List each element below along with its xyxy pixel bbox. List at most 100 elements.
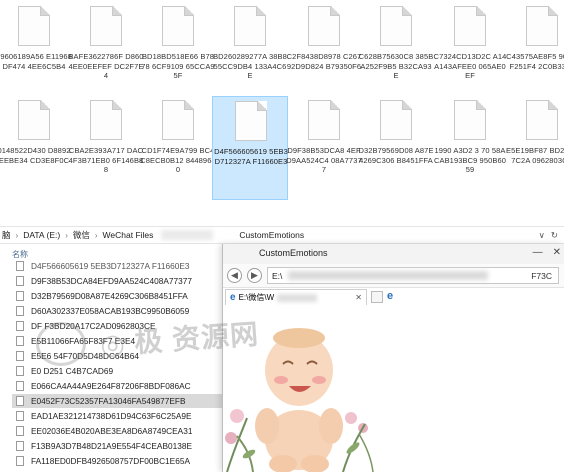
file-icon (16, 261, 24, 271)
file-icon (380, 100, 412, 140)
url-tail: F73C (531, 270, 552, 281)
list-item[interactable]: E0 D251 C4B7CAD69 (12, 364, 224, 378)
file-name-label: E066CA4A44A9E264F87206F8BDF086AC (31, 381, 191, 391)
file-icon (16, 336, 24, 346)
file-name-label: BD260289277A 38B855CC9DB4 133A4C6E (213, 52, 287, 80)
list-item[interactable]: D4F566605619 5EB3D712327A F11660E3 (12, 259, 224, 273)
file-name-label: CBA2E393A717 DAC4F3B71EB0 6F146B88 (68, 146, 144, 174)
tab-strip: e E:\微信\W ✕ e (223, 288, 564, 306)
breadcrumb-wechat-files[interactable]: WeChat Files (101, 230, 156, 240)
browser-tab[interactable]: e E:\微信\W ✕ (225, 289, 367, 305)
close-icon[interactable]: ✕ (553, 247, 561, 258)
breadcrumb-computer[interactable]: 脑 (0, 229, 13, 241)
file-tile[interactable]: C43575AE8F5 90ACF251F4 2C0B3337 (504, 2, 564, 106)
file-icon (16, 351, 24, 361)
file-icon (308, 6, 340, 46)
baby-emoticon-image (225, 328, 374, 472)
ie-icon: e (230, 292, 236, 303)
file-icon (16, 441, 24, 451)
file-tile[interactable]: C628B75630C8 385BA252F9B5 B32CA93E (358, 2, 434, 106)
file-icon (526, 100, 558, 140)
file-tile[interactable]: BAFE3622786F D8604EE0EEFEF DC2F7E4 (68, 2, 144, 106)
file-icon (18, 100, 50, 140)
baby-figure (255, 328, 343, 472)
breadcrumb-wechat[interactable]: 微信 (71, 229, 92, 241)
address-bar[interactable]: 脑 › DATA (E:) › 微信 › WeChat Files Custom… (0, 226, 564, 244)
file-icon (526, 6, 558, 46)
list-item[interactable]: EE02036E4B020ABE3EA8D6A8749CEA31 (12, 424, 224, 438)
tab-close-icon[interactable]: ✕ (355, 293, 362, 302)
file-icon (235, 101, 267, 141)
file-name-label: D32B79569D08A87E4269C306B8451FFA (31, 291, 188, 301)
file-tile[interactable]: D32B79569D08 A87E4269C306 B8451FFA (358, 96, 434, 200)
new-tab-button[interactable] (371, 291, 383, 303)
breadcrumb-custom-emotions[interactable]: CustomEmotions (237, 230, 306, 240)
breadcrumb-separator-icon: › (15, 230, 19, 240)
file-name-label: D32B79569D08 A87E4269C306 B8451FFA (358, 146, 434, 165)
file-name-label: C43575AE8F5 90ACF251F4 2C0B3337 (506, 52, 564, 71)
file-tile[interactable]: E5E19BF87 BD20A17C2A 0962803CE (504, 96, 564, 200)
list-item[interactable]: D60A302337E058ACAB193BC9950B6059 (12, 304, 224, 318)
history-dropdown-icon[interactable]: ∨ (539, 230, 545, 241)
refresh-icon[interactable]: ↻ (551, 230, 558, 241)
image-viewer-window: CustomEmotions — ✕ ◀ ▶ E:\ F73C e E:\微信\… (222, 244, 564, 472)
url-prefix: E:\ (272, 270, 283, 281)
list-item[interactable]: FA118ED0DFB4926508757DF00BC1E65A (12, 454, 224, 468)
file-icon (234, 6, 266, 46)
file-icon (16, 291, 24, 301)
file-tile[interactable]: 1990 A3D2 3 70 58ACAB193BC9 950B6059 (432, 96, 508, 200)
watermark-badge-icon (36, 322, 86, 366)
list-item[interactable]: EAD1AE321214738D61D94C63F6C25A9E (12, 409, 224, 423)
file-name-label: E0 D251 C4B7CAD69 (31, 366, 114, 376)
breadcrumb-separator-icon: › (94, 230, 98, 240)
file-name-label: D9F38B53DCA8 4EFD9AA524C4 08A77377 (286, 146, 362, 174)
blurred-path-segment (161, 230, 214, 240)
file-name-label: C2F8438D8978 C26792D9D824 B79350F6 (286, 52, 362, 71)
file-tile[interactable]: CBA2E393A717 DAC4F3B71EB0 6F146B88 (68, 96, 144, 200)
file-icon-grid: 09606189A56 E11968DF474 4EE6C5B4 BAFE3622… (0, 0, 564, 216)
window-title: CustomEmotions (259, 248, 328, 258)
file-name-label: D4F566605619 5EB3D712327A F11660E3 (214, 147, 288, 166)
file-tile[interactable]: D9F38B53DCA8 4EFD9AA524C4 08A77377 (286, 96, 362, 200)
file-icon (16, 276, 24, 286)
file-name-label: E0452F73C52357FA13046FA549877EFB (31, 396, 186, 406)
file-name-label: 09606189A56 E11968DF474 4EE6C5B4 (0, 52, 72, 71)
file-icon (90, 100, 122, 140)
file-tile[interactable]: D4F566605619 5EB3D712327A F11660E3 (212, 96, 288, 200)
file-icon (162, 6, 194, 46)
file-tile[interactable]: CD1F74E9A799 BC4C8ECB0B12 84489680 (140, 96, 216, 200)
blurred-tab-title (277, 293, 318, 302)
file-tile[interactable]: 09606189A56 E11968DF474 4EE6C5B4 (0, 2, 72, 106)
file-name-label: C628B75630C8 385BA252F9B5 B32CA93E (358, 52, 434, 80)
breadcrumb-drive[interactable]: DATA (E:) (21, 230, 62, 240)
file-tile[interactable]: C7324CD13D2C A14A143AFEE0 065AE0EF (432, 2, 508, 106)
file-name-label: F13B9A3D7B48D21A9E554F4CEAB0138E (31, 441, 192, 451)
list-item[interactable]: D9F38B53DCA84EFD9AA524C408A77377 (12, 274, 224, 288)
blurred-url (288, 271, 489, 280)
file-icon (16, 381, 24, 391)
file-icon (16, 426, 24, 436)
file-name-label: D9F38B53DCA84EFD9AA524C408A77377 (31, 276, 192, 286)
window-titlebar: CustomEmotions — ✕ (223, 244, 564, 264)
url-field[interactable]: E:\ F73C (267, 267, 559, 284)
back-button[interactable]: ◀ (227, 268, 242, 283)
breadcrumb-separator-icon: › (65, 230, 68, 240)
browser-nav-bar: ◀ ▶ E:\ F73C (223, 264, 564, 288)
file-icon (380, 6, 412, 46)
file-tile[interactable]: C2F8438D8978 C26792D9D824 B79350F6 (286, 2, 362, 106)
file-icon (454, 6, 486, 46)
file-tile[interactable]: BD260289277A 38B855CC9DB4 133A4C6E (212, 2, 288, 106)
list-item[interactable]: E066CA4A44A9E264F87206F8BDF086AC (12, 379, 224, 393)
file-icon (16, 396, 24, 406)
file-icon (16, 321, 24, 331)
minimize-icon[interactable]: — (533, 247, 543, 258)
file-tile[interactable]: 0148522D430 D8892EEBE34 CD3E8F0C (0, 96, 72, 200)
list-item[interactable]: E0452F73C52357FA13046FA549877EFB (12, 394, 224, 408)
tab-title: E:\微信\W (238, 293, 275, 302)
file-tile[interactable]: BD18BD518E66 B7878 6CF9109 65CCA95F (140, 2, 216, 106)
list-item[interactable]: F13B9A3D7B48D21A9E554F4CEAB0138E (12, 439, 224, 453)
forward-button[interactable]: ▶ (247, 268, 262, 283)
file-name-label: 0148522D430 D8892EEBE34 CD3E8F0C (0, 146, 71, 165)
list-item[interactable]: D32B79569D08A87E4269C306B8451FFA (12, 289, 224, 303)
displayed-image (223, 306, 564, 472)
